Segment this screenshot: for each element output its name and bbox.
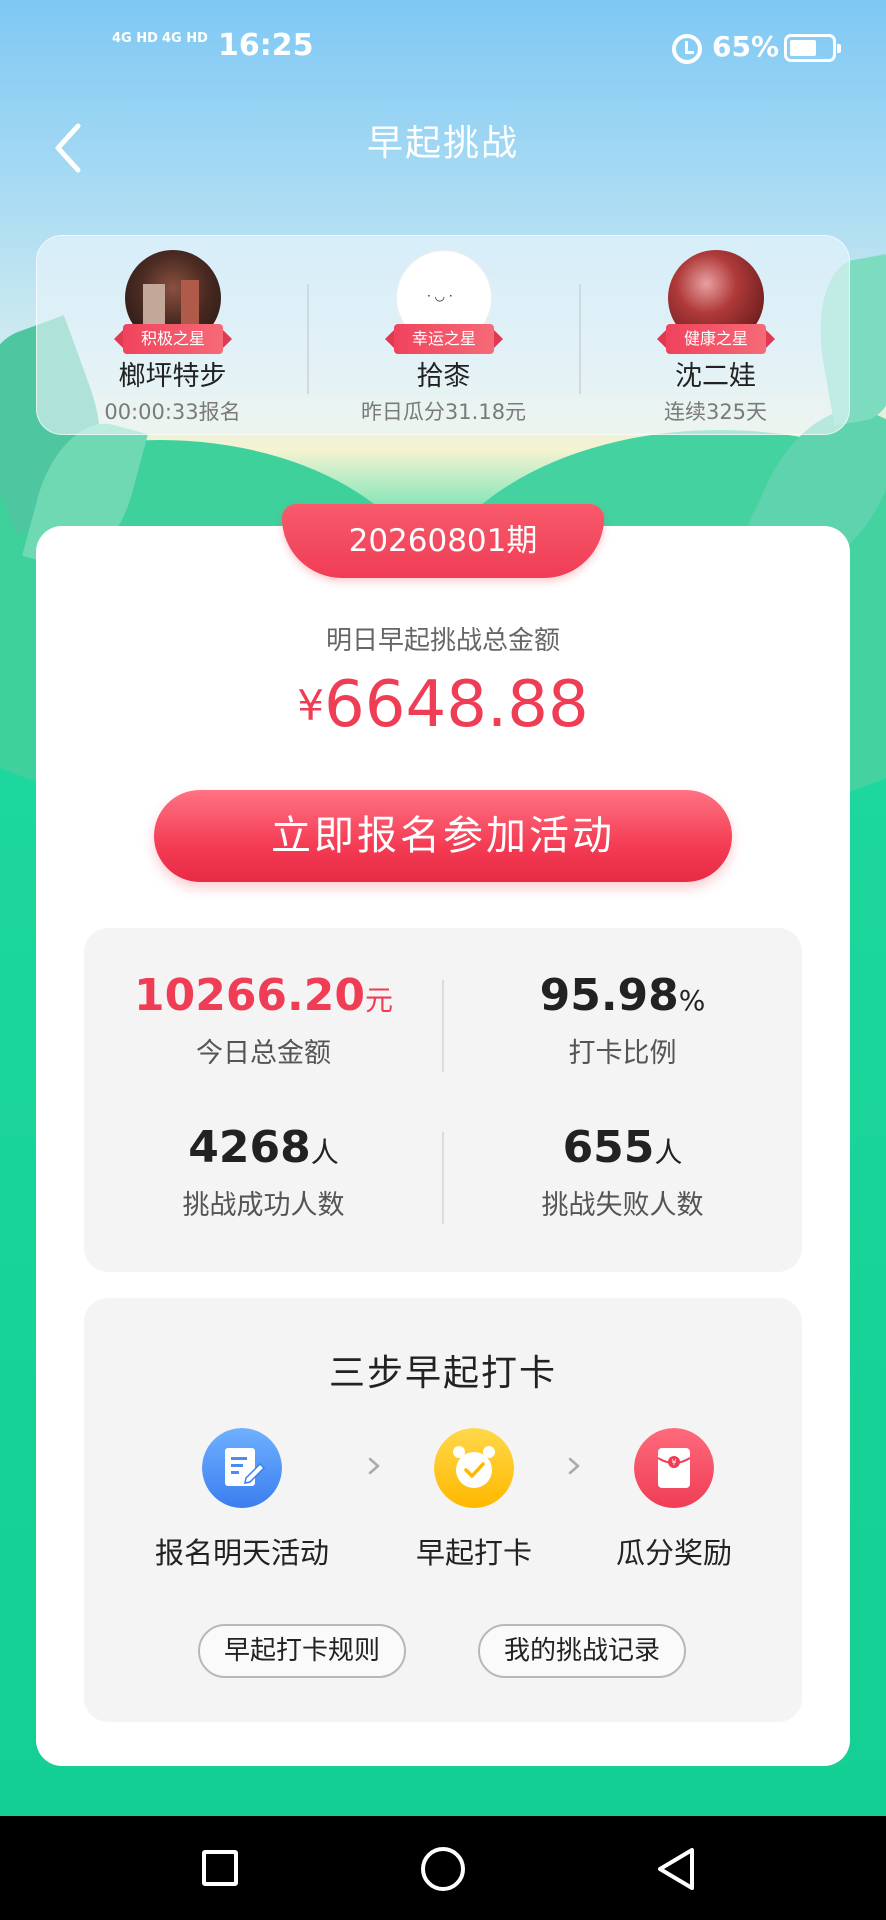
- back-triangle-icon[interactable]: [654, 1846, 698, 1892]
- star-info: 昨日瓜分31.18元: [360, 400, 527, 424]
- stat-unit: %: [678, 984, 706, 1017]
- stat-checkin-ratio: 95.98% 打卡比例: [443, 970, 802, 1070]
- red-envelope-icon: ¥: [634, 1428, 714, 1508]
- stars-panel: 积极之星 榔坪特步 00:00:33报名 · ◡ · 幸运之星 拾桼 昨日瓜分3…: [36, 235, 850, 435]
- star-item-health[interactable]: 健康之星 沈二娃 连续325天: [580, 236, 851, 436]
- star-info: 连续325天: [663, 400, 768, 424]
- step-label: 报名明天活动: [154, 1536, 329, 1570]
- stat-unit: 人: [310, 1136, 339, 1169]
- period-tab: 20260801期: [274, 504, 604, 578]
- stat-value: 95.98: [539, 970, 679, 1021]
- star-badge: 健康之星: [657, 324, 775, 354]
- steps-title: 三步早起打卡: [328, 1353, 557, 1394]
- star-name: 榔坪特步: [118, 361, 227, 392]
- chevron-right-icon: [368, 1457, 380, 1475]
- signal-icon: 4G HD: [112, 32, 158, 45]
- star-info: 00:00:33报名: [104, 400, 241, 424]
- status-bar: 4G HD 4G HD 16:25 65%: [0, 0, 886, 100]
- recent-apps-icon[interactable]: [202, 1850, 238, 1886]
- star-item-lucky[interactable]: · ◡ · 幸运之星 拾桼 昨日瓜分31.18元: [308, 236, 579, 436]
- signal-icon: 4G HD: [162, 32, 208, 45]
- star-name: 沈二娃: [675, 361, 756, 392]
- svg-text:¥: ¥: [671, 1458, 676, 1467]
- step-label: 瓜分奖励: [615, 1536, 732, 1570]
- stat-label: 今日总金额: [196, 1038, 331, 1069]
- rules-button[interactable]: 早起打卡规则: [198, 1624, 406, 1678]
- amount-value: 6648.88: [324, 668, 589, 742]
- records-button[interactable]: 我的挑战记录: [478, 1624, 686, 1678]
- stat-value: 10266.20: [133, 970, 365, 1021]
- stat-value: 655: [562, 1122, 655, 1173]
- page-title: 早起挑战: [366, 123, 519, 164]
- battery-percent: 65%: [712, 30, 780, 63]
- signup-doc-icon: [202, 1428, 282, 1508]
- stat-today-total: 10266.20元 今日总金额: [84, 970, 443, 1070]
- stat-success-count: 4268人 挑战成功人数: [84, 1122, 443, 1222]
- alarm-icon: [672, 34, 702, 64]
- steps-box: 三步早起打卡 报名明天活动 早起打卡 ¥ 瓜分奖励 早起打卡规则 我的挑战记录: [84, 1298, 802, 1722]
- stat-unit: 人: [654, 1136, 683, 1169]
- stat-unit: 元: [365, 984, 394, 1017]
- stat-label: 挑战失败人数: [541, 1190, 704, 1221]
- stats-box: 10266.20元 今日总金额 95.98% 打卡比例 4268人 挑战成功人数…: [84, 928, 802, 1272]
- star-name: 拾桼: [416, 361, 471, 392]
- alarm-clock-icon: [434, 1428, 514, 1508]
- star-item-active[interactable]: 积极之星 榔坪特步 00:00:33报名: [37, 236, 308, 436]
- network-label: 4G HD: [112, 31, 158, 46]
- stat-fail-count: 655人 挑战失败人数: [443, 1122, 802, 1222]
- home-icon[interactable]: [421, 1847, 465, 1891]
- stat-label: 挑战成功人数: [182, 1190, 345, 1221]
- total-amount: ¥6648.88: [0, 668, 886, 742]
- network-label: 4G HD: [162, 31, 208, 46]
- join-button[interactable]: 立即报名参加活动: [154, 790, 732, 882]
- stat-value: 4268: [188, 1122, 311, 1173]
- star-badge: 积极之星: [114, 324, 232, 354]
- currency-symbol: ¥: [297, 681, 325, 730]
- total-label: 明日早起挑战总金额: [325, 626, 560, 656]
- clock: 16:25: [218, 28, 314, 63]
- star-badge: 幸运之星: [385, 324, 503, 354]
- stat-label: 打卡比例: [568, 1038, 677, 1069]
- battery-icon: [784, 34, 841, 62]
- step-label: 早起打卡: [415, 1536, 532, 1570]
- chevron-right-icon: [568, 1457, 580, 1475]
